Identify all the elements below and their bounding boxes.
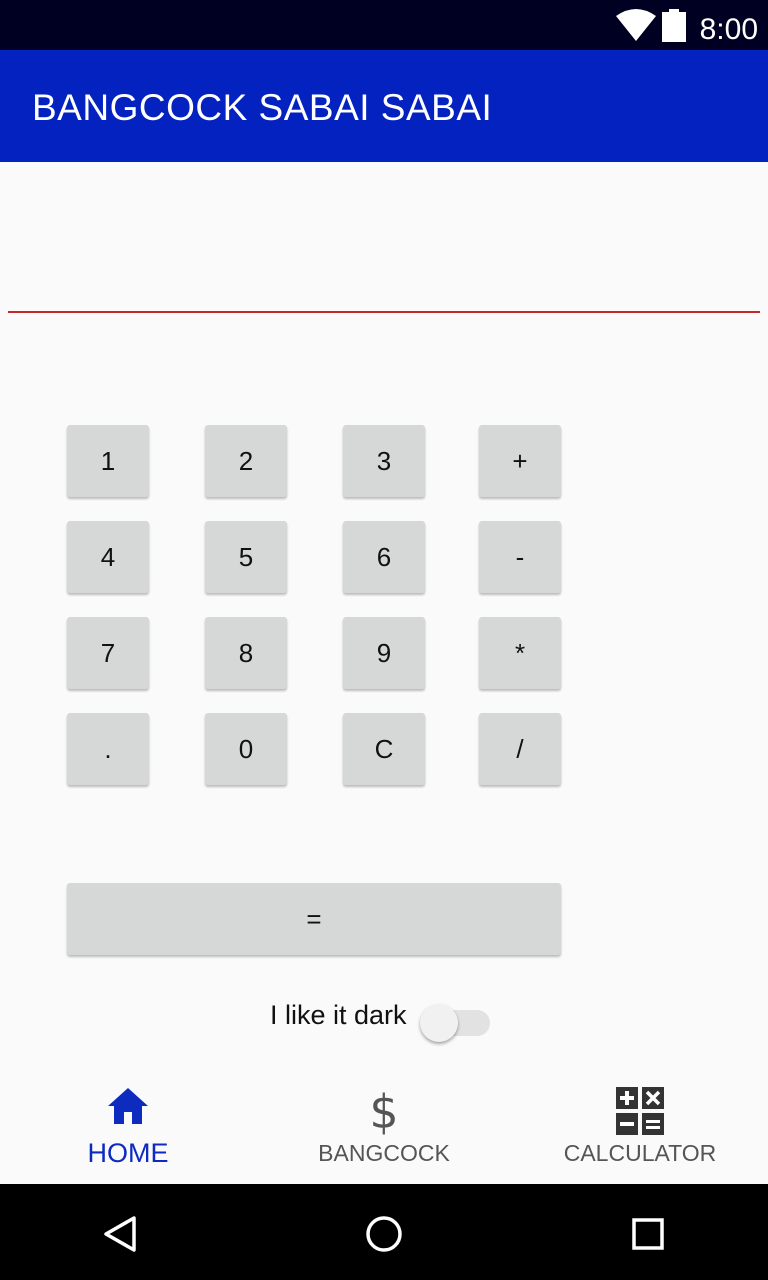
key-1[interactable]: 1	[67, 425, 149, 497]
nav-home-label: HOME	[87, 1138, 169, 1168]
calculator-display[interactable]	[8, 180, 760, 313]
status-bar: 8:00	[0, 0, 768, 50]
recents-icon[interactable]	[626, 1212, 670, 1256]
wifi-icon	[616, 9, 656, 41]
nav-bangcock-label: BANGCOCK	[318, 1140, 450, 1166]
key-plus[interactable]: +	[479, 425, 561, 497]
key-divide[interactable]: /	[479, 713, 561, 785]
equals-button[interactable]: =	[67, 883, 561, 955]
dark-theme-switch[interactable]	[420, 1002, 492, 1042]
home-icon	[108, 1088, 148, 1124]
key-multiply[interactable]: *	[479, 617, 561, 689]
system-navigation-bar	[0, 1184, 768, 1280]
dark-theme-row: I like it dark	[0, 996, 768, 1042]
nav-calculator-label: CALCULATOR	[563, 1140, 717, 1166]
svg-text:$: $	[369, 1086, 398, 1136]
nav-bangcock[interactable]: $ BANGCOCK	[256, 1072, 512, 1184]
key-9[interactable]: 9	[343, 617, 425, 689]
key-clear[interactable]: C	[343, 713, 425, 785]
key-2[interactable]: 2	[205, 425, 287, 497]
back-icon[interactable]	[98, 1212, 142, 1256]
nav-calculator[interactable]: CALCULATOR	[512, 1072, 768, 1184]
key-4[interactable]: 4	[67, 521, 149, 593]
nav-home[interactable]: HOME	[0, 1072, 256, 1184]
key-6[interactable]: 6	[343, 521, 425, 593]
bottom-navigation: HOME $ BANGCOCK CALCULATOR	[0, 1072, 768, 1184]
dark-theme-label: I like it dark	[270, 1000, 407, 1030]
status-time: 8:00	[699, 13, 758, 46]
home-circle-icon[interactable]	[362, 1212, 406, 1256]
key-decimal[interactable]: .	[67, 713, 149, 785]
calculator-icon	[616, 1087, 664, 1135]
app-bar: BANGCOCK SABAI SABAI	[0, 50, 768, 162]
key-minus[interactable]: -	[479, 521, 561, 593]
dollar-icon: $	[369, 1086, 398, 1136]
switch-thumb	[420, 1004, 458, 1042]
battery-icon	[662, 9, 686, 42]
key-5[interactable]: 5	[205, 521, 287, 593]
key-7[interactable]: 7	[67, 617, 149, 689]
key-0[interactable]: 0	[205, 713, 287, 785]
key-8[interactable]: 8	[205, 617, 287, 689]
app-title: BANGCOCK SABAI SABAI	[32, 87, 493, 128]
key-3[interactable]: 3	[343, 425, 425, 497]
